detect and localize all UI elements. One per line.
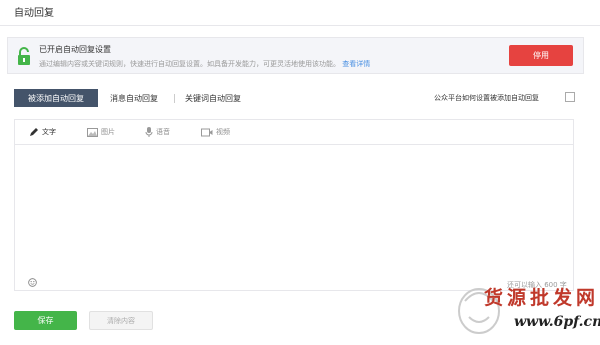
tool-text[interactable]: 文字 xyxy=(29,127,56,137)
image-icon xyxy=(87,127,98,137)
help-link[interactable]: 公众平台如何设置被添加自动回复 xyxy=(434,93,539,103)
tab-keyword-auto-reply[interactable]: 关键词自动回复 xyxy=(185,89,241,107)
video-icon xyxy=(201,128,213,136)
tab-divider xyxy=(174,94,175,103)
pencil-icon xyxy=(30,128,38,136)
notice-description: 通过编辑内容或关键词规则，快速进行自动回复设置。如具备开发能力，可更灵活地使用该… xyxy=(39,59,370,69)
page-title: 自动回复 xyxy=(14,8,54,19)
tool-image-label: 图片 xyxy=(101,128,115,136)
tool-video-label: 视频 xyxy=(216,128,230,136)
editor-toolbar: 文字 图片 语音 视频 xyxy=(15,120,573,145)
emoji-icon[interactable] xyxy=(28,278,37,287)
tool-image[interactable]: 图片 xyxy=(87,127,115,137)
lock-icon xyxy=(18,47,30,65)
disable-button[interactable]: 停用 xyxy=(509,45,573,66)
save-button[interactable]: 保存 xyxy=(14,311,77,330)
status-notice: 已开启自动回复设置 通过编辑内容或关键词规则，快速进行自动回复设置。如具备开发能… xyxy=(7,37,584,74)
reply-editor[interactable]: 文字 图片 语音 视频 还可以输入 600 字 xyxy=(14,119,574,291)
header-divider xyxy=(0,25,600,26)
view-details-link[interactable]: 查看详情 xyxy=(342,60,370,68)
notice-title: 已开启自动回复设置 xyxy=(39,45,111,54)
tool-voice-label: 语音 xyxy=(156,128,170,136)
microphone-icon xyxy=(145,127,153,137)
notice-desc-text: 通过编辑内容或关键词规则，快速进行自动回复设置。如具备开发能力，可更灵活地使用该… xyxy=(39,60,340,68)
tool-text-label: 文字 xyxy=(42,128,56,136)
watermark-url: www.6pf.cn xyxy=(514,314,600,330)
tool-voice[interactable]: 语音 xyxy=(145,127,170,137)
tool-video[interactable]: 视频 xyxy=(201,127,230,137)
tab-message-auto-reply[interactable]: 消息自动回复 xyxy=(110,89,158,107)
help-checkbox[interactable] xyxy=(565,92,575,102)
tab-added-auto-reply[interactable]: 被添加自动回复 xyxy=(14,89,98,107)
watermark-main: 货源批发网 xyxy=(484,287,600,309)
clear-content-button[interactable]: 清除内容 xyxy=(89,311,153,330)
